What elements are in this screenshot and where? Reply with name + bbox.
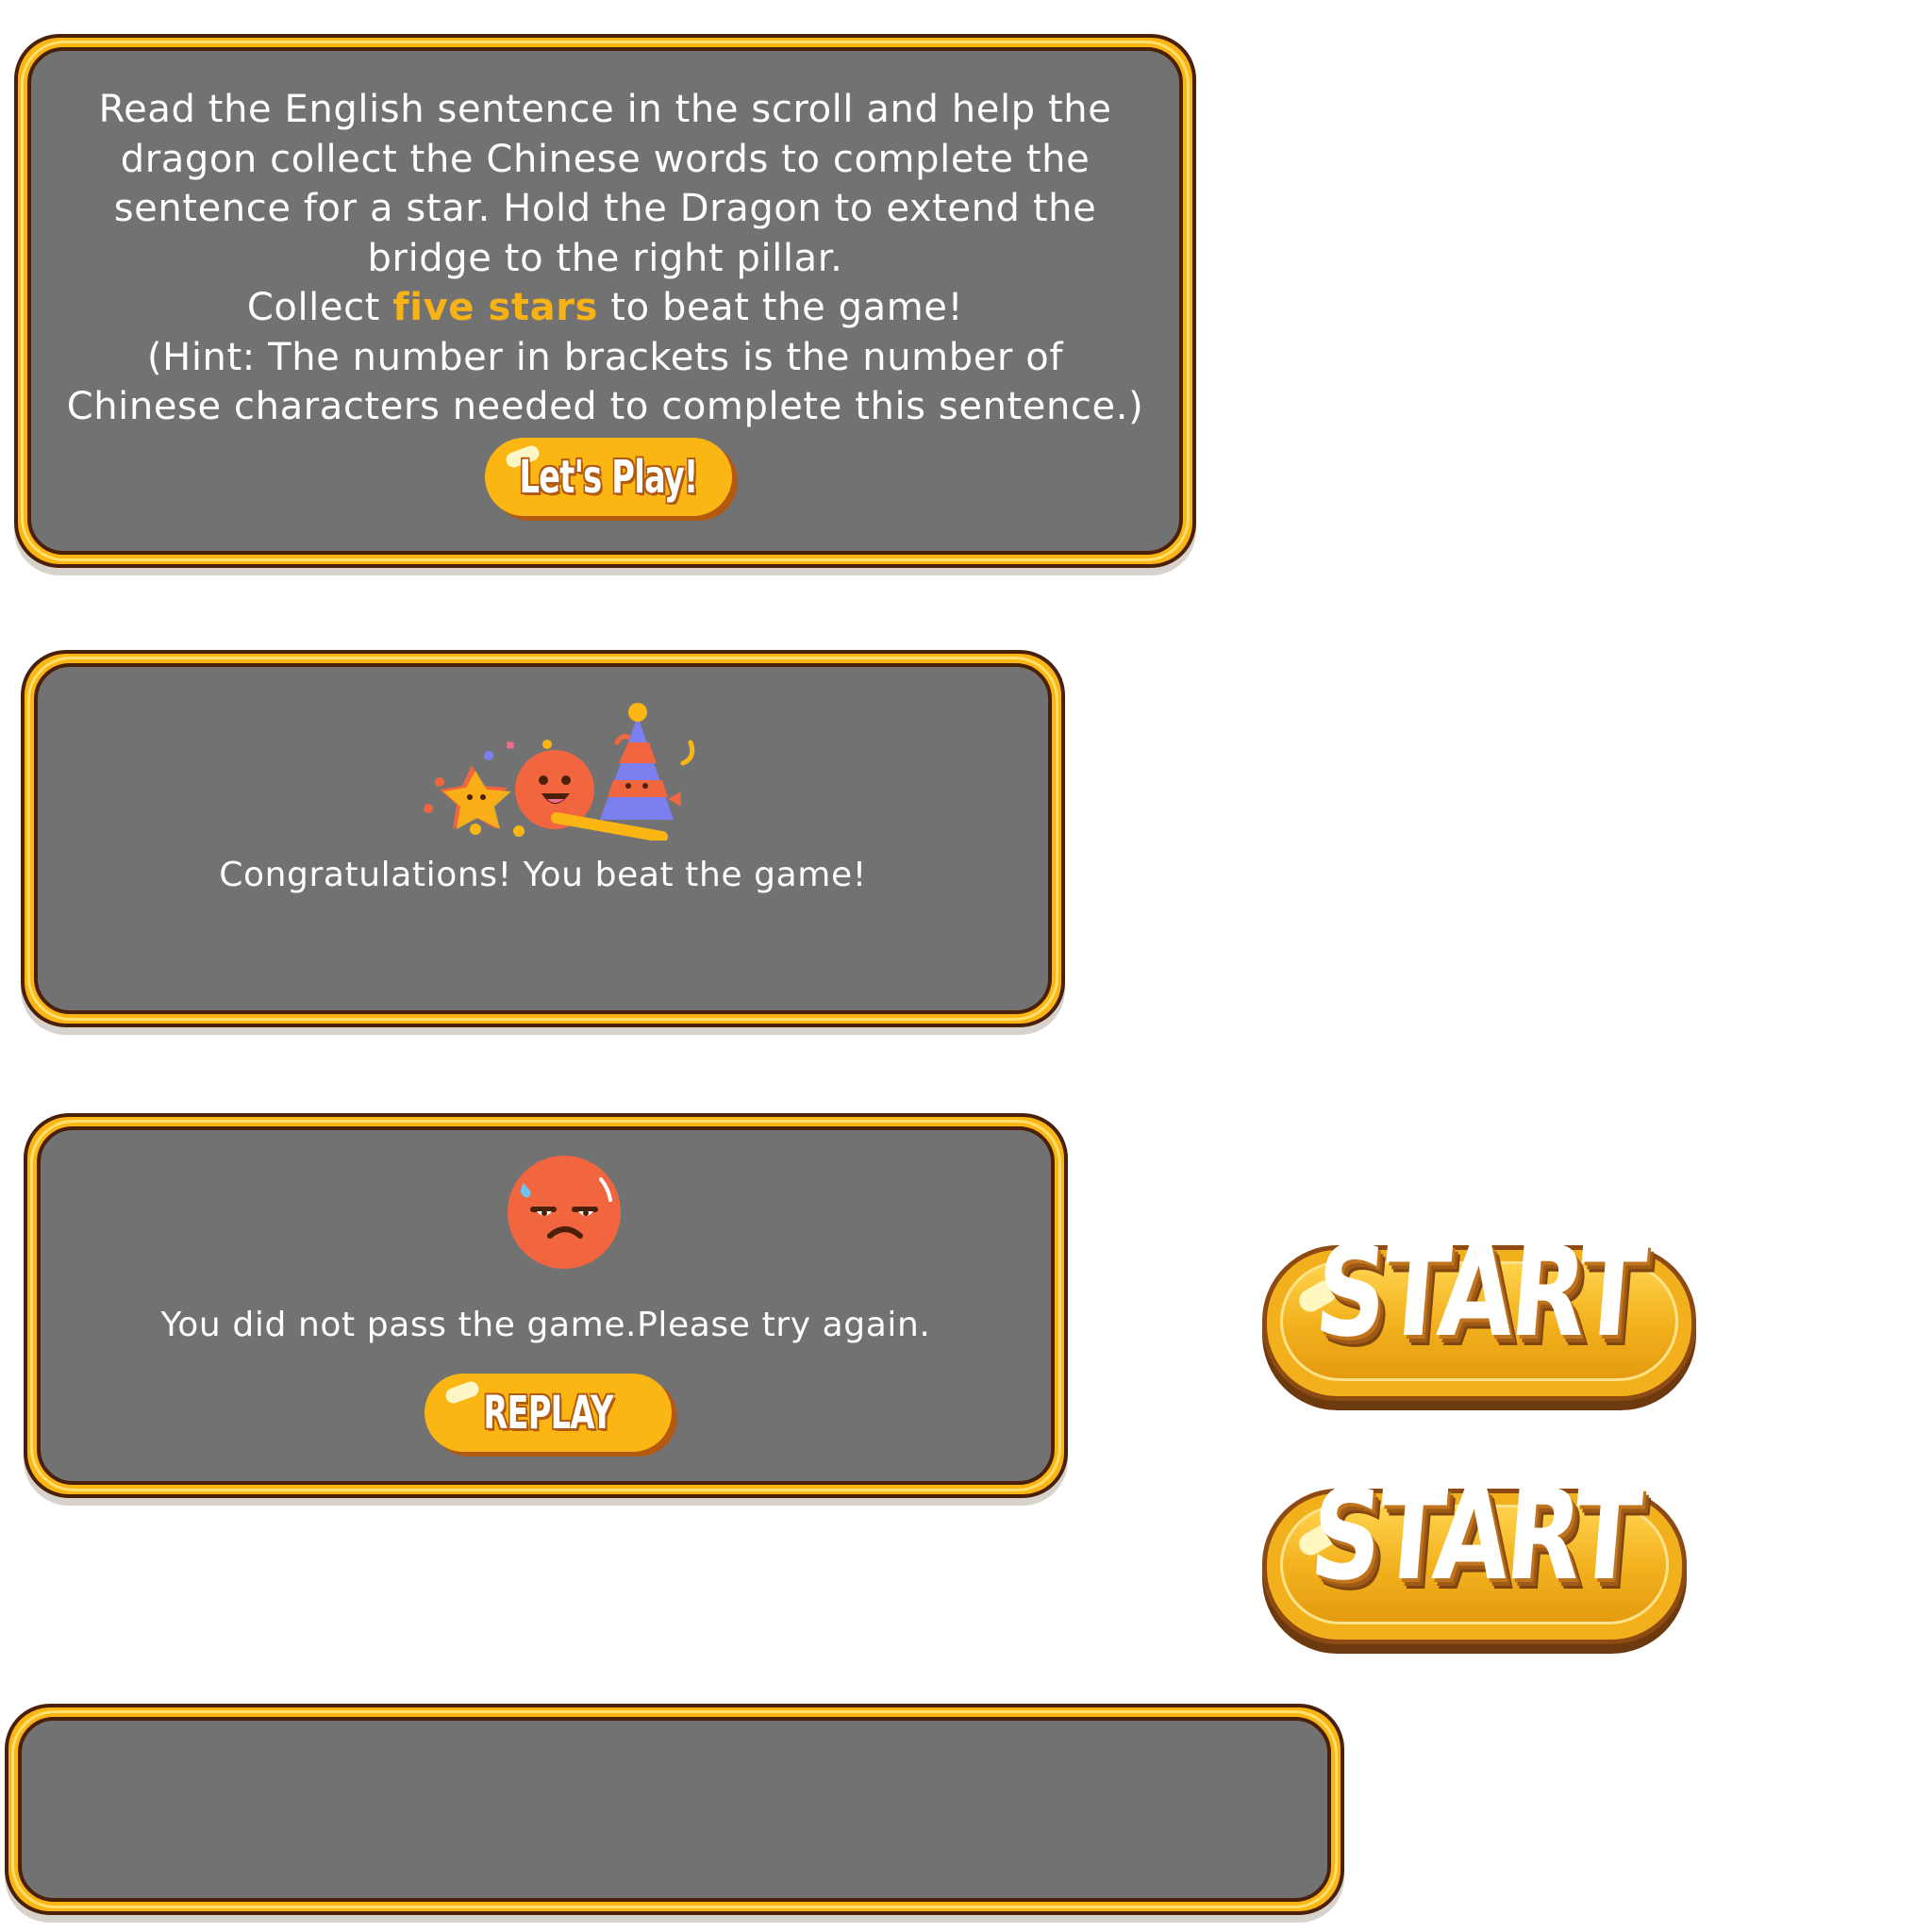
instructions-text: Read the English sentence in the scroll … bbox=[31, 85, 1179, 432]
lose-panel: You did not pass the game.Please try aga… bbox=[24, 1113, 1068, 1498]
win-panel: Congratulations! You beat the game! bbox=[21, 650, 1065, 1027]
instructions-line: Chinese characters needed to complete th… bbox=[66, 385, 1144, 428]
empty-panel bbox=[5, 1704, 1344, 1915]
instructions-line: dragon collect the Chinese words to comp… bbox=[120, 137, 1091, 181]
replay-button[interactable]: REPLAY bbox=[425, 1374, 672, 1452]
start-label: START bbox=[1310, 1220, 1648, 1365]
start-label: START bbox=[1306, 1463, 1643, 1608]
lose-message: You did not pass the game.Please try aga… bbox=[160, 1306, 931, 1344]
lets-play-button[interactable]: Let's Play! bbox=[485, 438, 732, 516]
lets-play-label: Let's Play! bbox=[519, 450, 698, 504]
start-button[interactable]: START bbox=[1262, 1220, 1696, 1401]
start-button-pressed[interactable]: START bbox=[1262, 1463, 1687, 1644]
instructions-fragment: Collect bbox=[246, 286, 393, 329]
replay-label: REPLAY bbox=[483, 1386, 613, 1440]
instructions-line: bridge to the right pillar. bbox=[367, 236, 843, 280]
sad-face-icon bbox=[508, 1156, 621, 1269]
panel-body bbox=[11, 1710, 1338, 1908]
win-message: Congratulations! You beat the game! bbox=[219, 856, 867, 894]
panel-body: Congratulations! You beat the game! bbox=[27, 657, 1058, 1021]
instructions-fragment: to beat the game! bbox=[597, 286, 964, 329]
celebration-icon bbox=[424, 703, 695, 841]
instructions-line: (Hint: The number in brackets is the num… bbox=[146, 335, 1064, 379]
instructions-line: sentence for a star. Hold the Dragon to … bbox=[113, 187, 1097, 230]
five-stars-highlight: five stars bbox=[392, 286, 598, 329]
instructions-line: Read the English sentence in the scroll … bbox=[98, 88, 1112, 131]
instructions-line: Collect five stars to beat the game! bbox=[31, 283, 1179, 333]
instructions-panel: Read the English sentence in the scroll … bbox=[14, 34, 1196, 568]
